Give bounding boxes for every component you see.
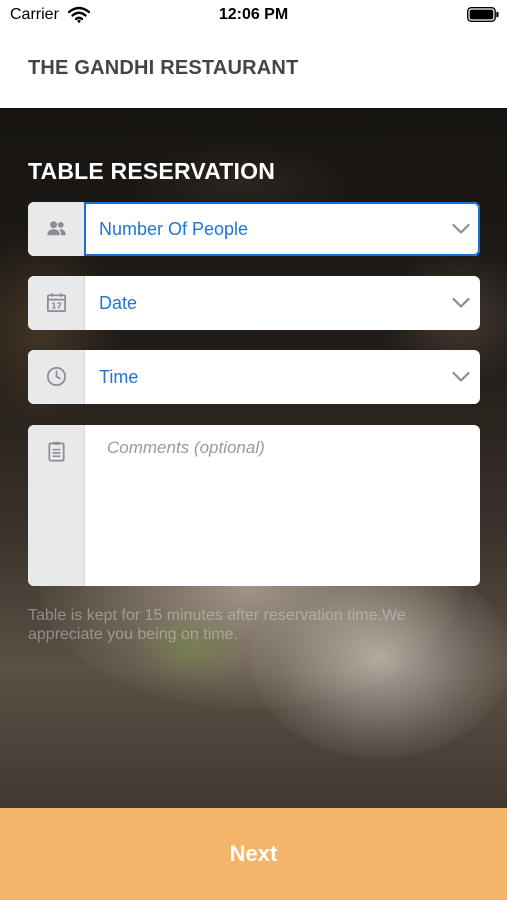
number-of-people-dropdown[interactable]: Number Of People bbox=[28, 202, 480, 256]
battery-icon bbox=[467, 7, 499, 22]
calendar-icon: 17 bbox=[47, 293, 66, 312]
field-icon-box: 17 bbox=[28, 276, 85, 330]
field-icon-box bbox=[28, 425, 85, 586]
notepad-icon bbox=[48, 441, 65, 462]
reservation-notice: Table is kept for 15 minutes after reser… bbox=[28, 607, 406, 643]
number-of-people-value: Number Of People bbox=[99, 219, 249, 239]
field-icon-box bbox=[28, 350, 85, 404]
comments-field[interactable]: Comments (optional) bbox=[28, 425, 480, 586]
date-dropdown[interactable]: 17 Date bbox=[28, 276, 480, 330]
clock-time: 12:06 PM bbox=[218, 6, 289, 23]
date-value: Date bbox=[99, 293, 138, 313]
form-title: TABLE RESERVATION bbox=[28, 158, 276, 184]
next-button-label: Next bbox=[229, 841, 278, 866]
chevron-down-icon bbox=[452, 371, 470, 382]
status-bar: Carrier 12:06 PM bbox=[0, 0, 507, 30]
chevron-down-icon bbox=[452, 297, 470, 308]
people-icon bbox=[47, 221, 66, 236]
time-value: Time bbox=[99, 367, 139, 387]
nav-bar: THE GANDHI RESTAURANT bbox=[0, 30, 507, 108]
time-dropdown[interactable]: Time bbox=[28, 350, 480, 404]
chevron-down-icon bbox=[452, 223, 470, 234]
field-icon-box bbox=[28, 202, 85, 256]
restaurant-title: THE GANDHI RESTAURANT bbox=[28, 57, 299, 79]
svg-text:17: 17 bbox=[51, 302, 62, 311]
next-button[interactable]: Next bbox=[0, 808, 507, 900]
clock-icon bbox=[47, 367, 66, 386]
comments-placeholder: Comments (optional) bbox=[107, 438, 265, 457]
